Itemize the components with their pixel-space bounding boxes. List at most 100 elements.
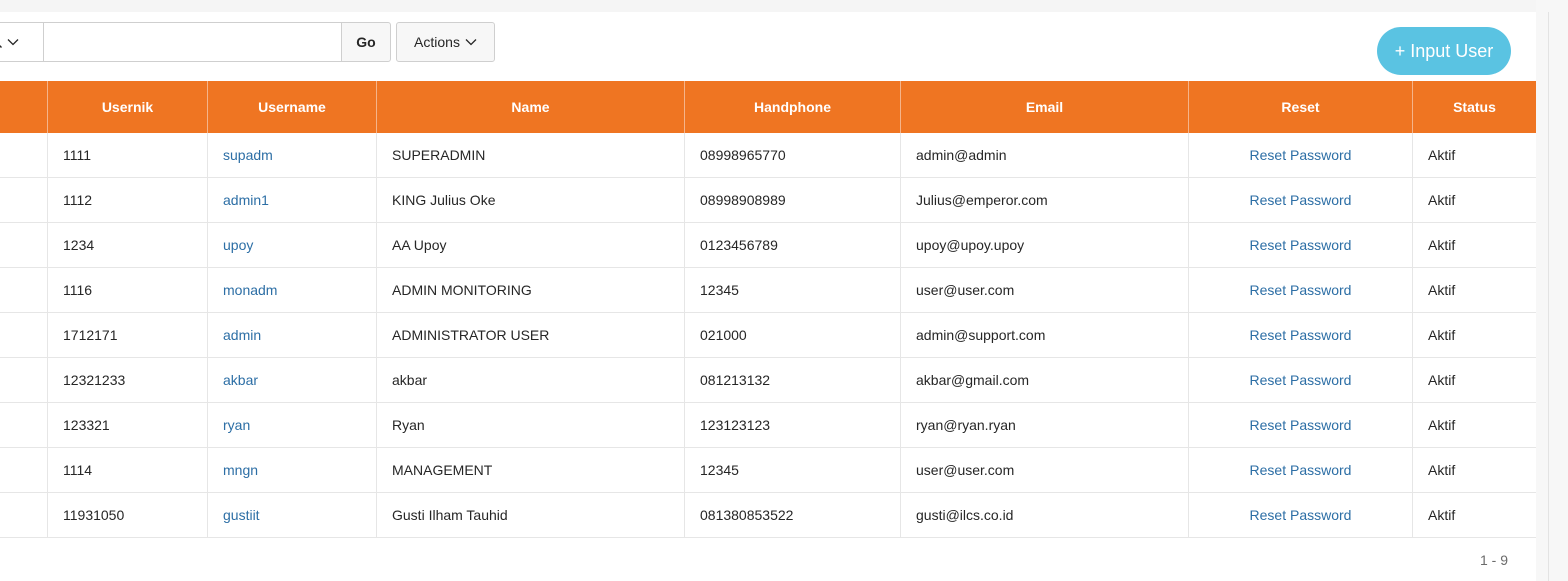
cell-status: Aktif (1413, 358, 1536, 402)
row-selector[interactable] (0, 178, 48, 222)
cell-status-text: Aktif (1428, 417, 1456, 433)
cell-usernik: 1234 (48, 223, 208, 267)
cell-username-link-text[interactable]: mngn (223, 462, 258, 478)
row-selector[interactable] (0, 493, 48, 537)
users-table: Usernik Username Name Handphone Email Re… (0, 81, 1536, 538)
reset-password-link: Reset Password (1189, 448, 1413, 492)
cell-username-link-text[interactable]: monadm (223, 282, 277, 298)
reset-password-link: Reset Password (1189, 403, 1413, 447)
cell-username-link: admin (208, 313, 377, 357)
column-header-name[interactable]: Name (377, 81, 685, 133)
reset-password-link-text[interactable]: Reset Password (1250, 462, 1352, 478)
cell-handphone-text: 081380853522 (700, 507, 794, 523)
cell-name: Gusti Ilham Tauhid (377, 493, 685, 537)
column-header-status[interactable]: Status (1413, 81, 1536, 133)
cell-usernik: 1111 (48, 133, 208, 177)
cell-handphone: 08998965770 (685, 133, 901, 177)
cell-status: Aktif (1413, 313, 1536, 357)
search-column-selector[interactable] (0, 22, 44, 62)
cell-name: KING Julius Oke (377, 178, 685, 222)
actions-menu-button[interactable]: Actions (396, 22, 495, 62)
scrollbar-track[interactable] (1548, 12, 1549, 581)
cell-username-link-text[interactable]: gustiit (223, 507, 260, 523)
cell-email: user@user.com (901, 448, 1189, 492)
cell-handphone: 081213132 (685, 358, 901, 402)
column-header-select[interactable] (0, 81, 48, 133)
cell-name-text: KING Julius Oke (392, 192, 496, 208)
reset-password-link-text[interactable]: Reset Password (1250, 372, 1352, 388)
reset-password-link-text[interactable]: Reset Password (1250, 282, 1352, 298)
table-row: 1116 monadm ADMIN MONITORING 12345 user@user… (0, 268, 1536, 313)
cell-email: upoy@upoy.upoy (901, 223, 1189, 267)
reset-password-link: Reset Password (1189, 178, 1413, 222)
cell-username-link: supadm (208, 133, 377, 177)
table-row: 1112 admin1 KING Julius Oke 08998908989 Juli… (0, 178, 1536, 223)
cell-name-text: Gusti Ilham Tauhid (392, 507, 508, 523)
cell-username-link-text[interactable]: supadm (223, 147, 273, 163)
row-selector[interactable] (0, 358, 48, 402)
cell-status: Aktif (1413, 493, 1536, 537)
search-icon (0, 45, 2, 48)
table-row: 1234 upoy AA Upoy 0123456789 upoy@upoy.upoy R… (0, 223, 1536, 268)
cell-name: MANAGEMENT (377, 448, 685, 492)
cell-name-text: SUPERADMIN (392, 147, 486, 163)
cell-username-link-text[interactable]: upoy (223, 237, 253, 253)
cell-handphone: 12345 (685, 448, 901, 492)
chevron-down-icon (7, 39, 19, 46)
cell-username-link: upoy (208, 223, 377, 267)
row-selector[interactable] (0, 133, 48, 177)
cell-username-link-text[interactable]: akbar (223, 372, 258, 388)
reset-password-link: Reset Password (1189, 268, 1413, 312)
cell-email-text: admin@support.com (916, 327, 1046, 343)
reset-password-link-text[interactable]: Reset Password (1250, 417, 1352, 433)
reset-password-link-text[interactable]: Reset Password (1250, 237, 1352, 253)
cell-handphone-text: 08998965770 (700, 147, 786, 163)
cell-email-text: admin@admin (916, 147, 1007, 163)
reset-password-link-text[interactable]: Reset Password (1250, 507, 1352, 523)
column-header-email[interactable]: Email (901, 81, 1189, 133)
cell-handphone-text: 08998908989 (700, 192, 786, 208)
cell-username-link-text[interactable]: admin1 (223, 192, 269, 208)
reset-password-link-text[interactable]: Reset Password (1250, 192, 1352, 208)
input-user-button[interactable]: + Input User (1377, 27, 1511, 75)
table-row: 1111 supadm SUPERADMIN 08998965770 admin@adm… (0, 133, 1536, 178)
cell-status: Aktif (1413, 223, 1536, 267)
cell-username-link-text[interactable]: ryan (223, 417, 250, 433)
search-input[interactable] (43, 22, 342, 62)
cell-name: akbar (377, 358, 685, 402)
cell-handphone-text: 021000 (700, 327, 747, 343)
cell-status: Aktif (1413, 403, 1536, 447)
row-selector[interactable] (0, 268, 48, 312)
table-body: 1111 supadm SUPERADMIN 08998965770 admin@adm… (0, 133, 1536, 538)
cell-usernik-text: 123321 (63, 417, 110, 433)
column-header-username[interactable]: Username (208, 81, 377, 133)
column-header-handphone[interactable]: Handphone (685, 81, 901, 133)
chevron-down-icon (465, 39, 477, 46)
cell-status-text: Aktif (1428, 282, 1456, 298)
row-selector[interactable] (0, 403, 48, 447)
cell-email: admin@support.com (901, 313, 1189, 357)
reset-password-link-text[interactable]: Reset Password (1250, 147, 1352, 163)
actions-label: Actions (414, 34, 460, 50)
cell-usernik-text: 1114 (63, 462, 93, 478)
cell-username-link: ryan (208, 403, 377, 447)
reset-password-link: Reset Password (1189, 493, 1413, 537)
pagination-range: 1 - 9 (1480, 552, 1509, 568)
cell-status: Aktif (1413, 178, 1536, 222)
reset-password-link-text[interactable]: Reset Password (1250, 327, 1352, 343)
column-header-usernik[interactable]: Usernik (48, 81, 208, 133)
cell-handphone: 08998908989 (685, 178, 901, 222)
cell-handphone-text: 12345 (700, 462, 739, 478)
cell-username-link-text[interactable]: admin (223, 327, 261, 343)
cell-handphone-text: 123123123 (700, 417, 771, 433)
reset-password-link: Reset Password (1189, 358, 1413, 402)
cell-usernik: 1712171 (48, 313, 208, 357)
cell-status: Aktif (1413, 448, 1536, 492)
cell-status-text: Aktif (1428, 237, 1456, 253)
row-selector[interactable] (0, 448, 48, 492)
column-header-reset[interactable]: Reset (1189, 81, 1413, 133)
row-selector[interactable] (0, 223, 48, 267)
cell-usernik: 12321233 (48, 358, 208, 402)
row-selector[interactable] (0, 313, 48, 357)
go-button[interactable]: Go (341, 22, 391, 62)
